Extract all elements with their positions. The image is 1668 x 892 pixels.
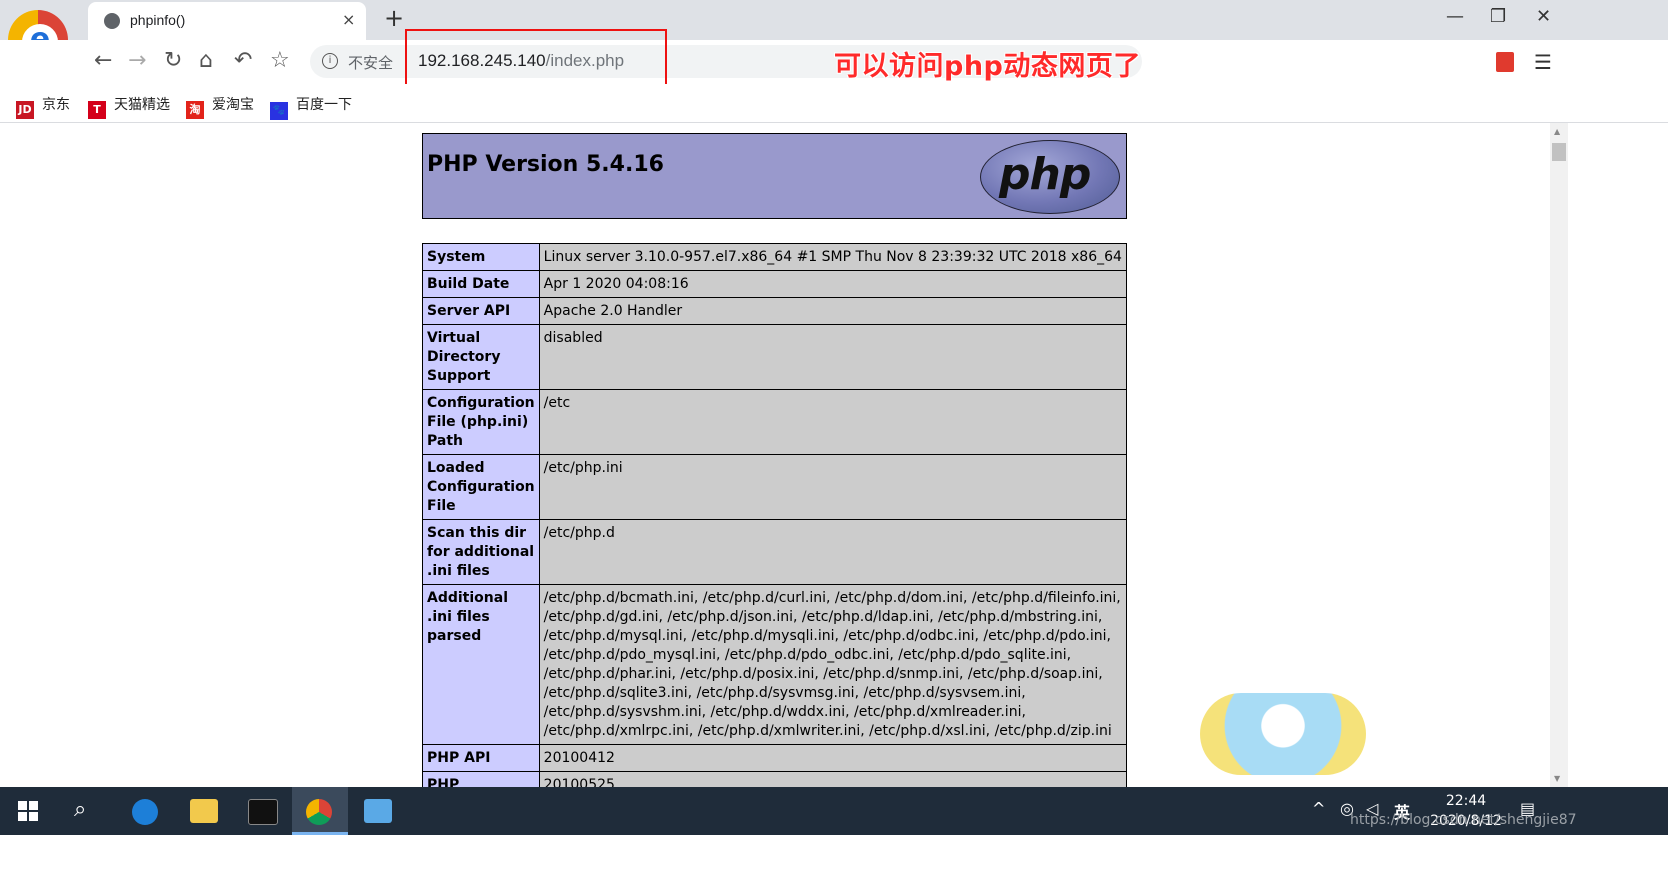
row-key: Loaded Configuration File xyxy=(422,454,540,520)
bookmark-label: 百度一下 xyxy=(296,97,352,113)
forward-icon[interactable]: → xyxy=(128,48,146,73)
row-key: PHP Extension xyxy=(422,771,540,787)
bookmark-label: 天猫精选 xyxy=(114,97,170,113)
row-value: /etc/php.d/bcmath.ini, /etc/php.d/curl.i… xyxy=(538,584,1128,745)
chrome-button[interactable] xyxy=(292,787,348,835)
globe-icon xyxy=(104,13,120,29)
back-icon[interactable]: ← xyxy=(94,48,112,73)
table-row: PHP Extension20100525 xyxy=(422,771,1128,787)
row-value: Linux server 3.10.0-957.el7.x86_64 #1 SM… xyxy=(538,243,1128,271)
scrollbar[interactable]: ▲ ▼ xyxy=(1550,123,1568,787)
annotation-text: 可以访问php动态网页了 xyxy=(834,51,1141,82)
row-value: Apr 1 2020 04:08:16 xyxy=(538,270,1128,298)
close-tab-icon[interactable]: × xyxy=(342,10,355,29)
minimize-button[interactable]: — xyxy=(1446,6,1464,27)
php-info-table: System Linux server 3.10.0-957.el7.x86_64… xyxy=(422,243,1128,787)
watermark: https://blog.csdn.net/shengjie87 xyxy=(1350,812,1577,828)
row-value: /etc/php.ini xyxy=(538,454,1128,520)
taobao-icon: 淘 xyxy=(186,101,204,119)
remote-desktop-button[interactable] xyxy=(350,787,406,835)
close-window-button[interactable]: ✕ xyxy=(1536,6,1551,27)
remote-desktop-icon xyxy=(364,799,392,823)
clock-time: 22:44 xyxy=(1445,793,1487,809)
folder-icon xyxy=(190,799,218,823)
taskbar-search-icon: ⌕ xyxy=(74,797,87,822)
php-logo-text: php xyxy=(999,149,1091,200)
scroll-down-icon[interactable]: ▼ xyxy=(1554,774,1560,783)
table-row: Build Date Apr 1 2020 04:08:16 xyxy=(422,270,1128,298)
table-row: Loaded Configuration File/etc/php.ini xyxy=(422,454,1128,520)
edge-button[interactable] xyxy=(118,787,174,835)
info-icon[interactable]: i xyxy=(322,53,338,69)
search-taskbar-button[interactable]: ⌕ xyxy=(58,787,114,835)
table-row: Virtual Directory Support disabled xyxy=(422,324,1128,390)
bookmark-label: 京东 xyxy=(42,97,70,113)
table-row: System Linux server 3.10.0-957.el7.x86_64… xyxy=(422,243,1128,271)
table-row: Server API Apache 2.0 Handler xyxy=(422,297,1128,325)
bookmarks-bar: JD 京东 T 天猫精选 淘爱淘宝 🐾 百度一下 xyxy=(0,84,1668,123)
tray-chevron-icon[interactable]: ^ xyxy=(1312,799,1325,818)
row-value: Apache 2.0 Handler xyxy=(538,297,1128,325)
table-row: Scan this dir for additional .ini files /… xyxy=(422,519,1128,585)
reload-icon[interactable]: ↻ xyxy=(164,48,182,73)
baidu-icon: 🐾 xyxy=(270,102,288,120)
row-key: Configuration File (php.ini) Path xyxy=(422,389,540,455)
star-icon[interactable]: ☆ xyxy=(270,48,290,73)
tab-phpinfo[interactable]: phpinfo() × xyxy=(88,2,366,40)
menu-icon[interactable]: ☰ xyxy=(1534,50,1552,74)
table-row: Additional .ini files parsed/etc/php.d/b… xyxy=(422,584,1128,745)
windows-icon xyxy=(18,801,38,821)
row-key: Build Date xyxy=(422,270,540,298)
terminal-icon xyxy=(248,799,278,825)
undo-close-icon[interactable]: ↶ xyxy=(234,48,252,73)
php-version-title: PHP Version 5.4.16 xyxy=(427,152,664,177)
row-value: /etc xyxy=(538,389,1128,455)
bookmark-tmall[interactable]: T 天猫精选 xyxy=(88,94,170,119)
bookmark-label: 爱淘宝 xyxy=(212,97,254,113)
scroll-thumb[interactable] xyxy=(1552,143,1566,161)
bookmark-baidu[interactable]: 🐾 百度一下 xyxy=(270,94,352,120)
jd-icon: JD xyxy=(16,101,34,119)
row-value: 20100412 xyxy=(538,744,1128,772)
start-button[interactable] xyxy=(0,787,56,835)
edge-icon xyxy=(132,799,158,825)
tab-title: phpinfo() xyxy=(130,12,186,28)
row-value: 20100525 xyxy=(538,771,1128,787)
scroll-up-icon[interactable]: ▲ xyxy=(1554,127,1560,136)
row-key: PHP API xyxy=(422,744,540,772)
table-row: PHP API 20100412 xyxy=(422,744,1128,772)
page-content: PHP Version 5.4.16 php System Linux serve… xyxy=(0,123,1550,787)
bottom-strip xyxy=(0,835,1668,892)
row-key: Scan this dir for additional .ini files xyxy=(422,519,540,585)
floating-mascot-widget[interactable] xyxy=(1200,693,1366,775)
chrome-icon xyxy=(306,799,332,825)
php-header: PHP Version 5.4.16 php xyxy=(422,133,1127,219)
new-tab-button[interactable]: + xyxy=(384,4,404,32)
explorer-button[interactable] xyxy=(176,787,232,835)
row-value: /etc/php.d xyxy=(538,519,1128,585)
row-key: Additional .ini files parsed xyxy=(422,584,540,745)
restore-button[interactable]: ❐ xyxy=(1490,6,1506,27)
terminal-button[interactable] xyxy=(234,787,290,835)
tmall-icon: T xyxy=(88,101,106,119)
bookmark-taobao[interactable]: 淘爱淘宝 xyxy=(186,94,254,119)
row-key: Virtual Directory Support xyxy=(422,324,540,390)
home-icon[interactable]: ⌂ xyxy=(199,48,213,73)
insecure-label[interactable]: 不安全 xyxy=(348,52,393,73)
pdf-icon[interactable] xyxy=(1496,52,1514,72)
bookmark-jd[interactable]: JD 京东 xyxy=(16,94,70,119)
tab-strip: phpinfo() × + — ❐ ✕ xyxy=(0,0,1668,40)
php-logo-icon: php xyxy=(980,140,1120,214)
row-value: disabled xyxy=(538,324,1128,390)
table-row: Configuration File (php.ini) Path/etc xyxy=(422,389,1128,455)
row-key: System xyxy=(422,243,540,271)
row-key: Server API xyxy=(422,297,540,325)
